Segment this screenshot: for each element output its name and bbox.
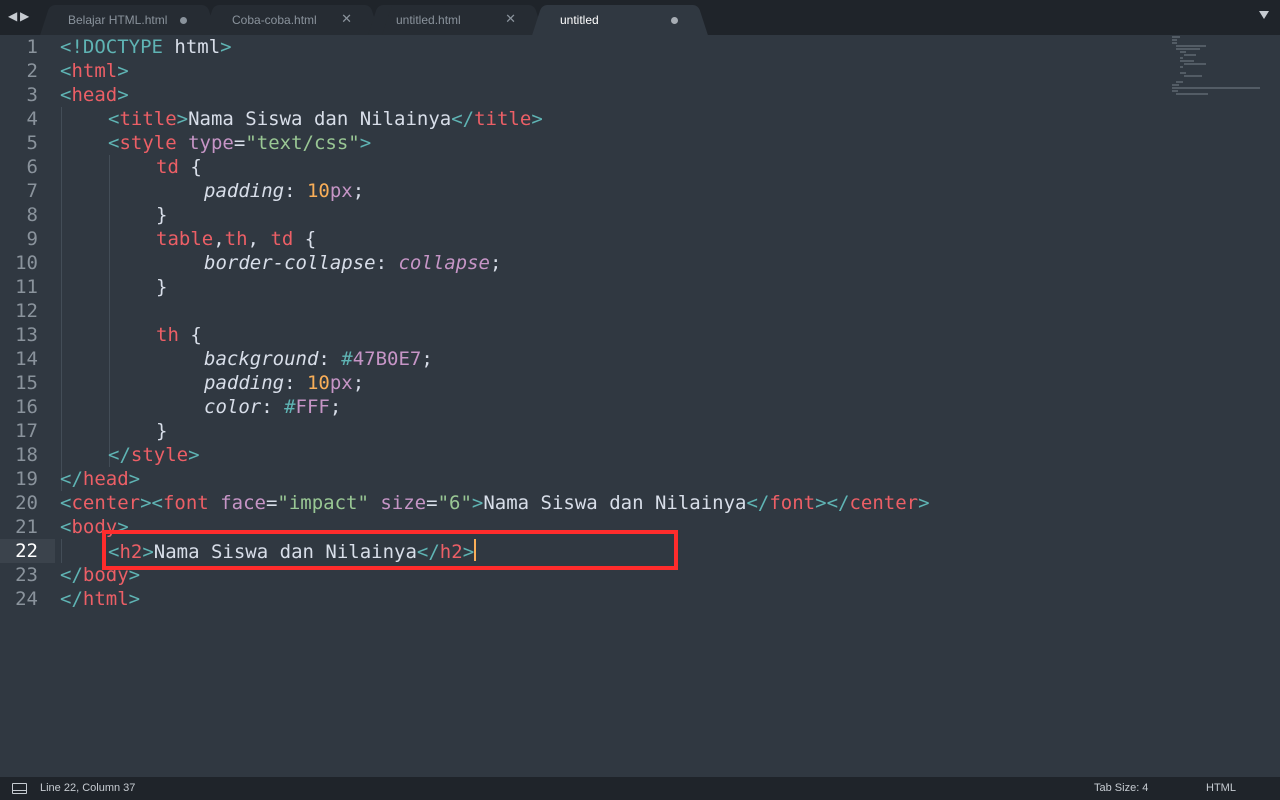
line-number: 10 bbox=[15, 252, 38, 274]
code-line: 3 <head> bbox=[0, 83, 1270, 107]
chevron-down-icon[interactable] bbox=[1259, 11, 1269, 19]
line-number: 20 bbox=[15, 492, 38, 514]
code-line: 17} bbox=[0, 419, 1270, 443]
line-number: 23 bbox=[15, 564, 38, 586]
panel-toggle-icon[interactable] bbox=[12, 783, 27, 794]
code-line: 19 </head> bbox=[0, 467, 1270, 491]
status-bar: Line 22, Column 37 Tab Size: 4 HTML bbox=[0, 777, 1280, 800]
line-number: 2 bbox=[26, 60, 38, 82]
close-icon[interactable]: ✕ bbox=[341, 11, 352, 27]
tab-untitled[interactable]: untitled bbox=[544, 5, 696, 35]
code-line: 24 </html> bbox=[0, 587, 1270, 611]
tab-size-selector[interactable]: Tab Size: 4 bbox=[1094, 782, 1148, 794]
tab-label: Coba-coba.html bbox=[232, 13, 317, 27]
code-line: 5 <style type="text/css"> bbox=[0, 131, 1270, 155]
line-number: 17 bbox=[15, 420, 38, 442]
line-number: 11 bbox=[15, 276, 38, 298]
line-number: 21 bbox=[15, 516, 38, 538]
tab-coba-coba[interactable]: Coba-coba.html ✕ bbox=[216, 5, 368, 35]
line-number: 14 bbox=[15, 348, 38, 370]
line-number: 22 bbox=[0, 539, 55, 563]
code-line: 15 padding: 10px; bbox=[0, 371, 1270, 395]
syntax-selector[interactable]: HTML bbox=[1206, 782, 1236, 794]
code-line: 9 table,th, td { bbox=[0, 227, 1270, 251]
line-number: 1 bbox=[26, 36, 38, 58]
tab-label: Belajar HTML.html bbox=[68, 13, 168, 27]
minimap[interactable] bbox=[1172, 35, 1272, 95]
code-line: 7 padding: 10px; bbox=[0, 179, 1270, 203]
code-line: 10 border-collapse: collapse; bbox=[0, 251, 1270, 275]
line-number: 5 bbox=[26, 132, 38, 154]
unsaved-dot-icon[interactable] bbox=[180, 17, 187, 24]
line-number: 15 bbox=[15, 372, 38, 394]
tab-bar: ◀▶ Belajar HTML.html Coba-coba.html ✕ un… bbox=[0, 0, 1280, 35]
annotation-highlight-box bbox=[102, 530, 678, 570]
line-number: 3 bbox=[26, 84, 38, 106]
code-editor[interactable]: 1 <!DOCTYPE html> 2 <html> 3 <head> 4 <title… bbox=[0, 35, 1280, 777]
code-line: 4 <title>Nama Siswa dan Nilainya</title> bbox=[0, 107, 1270, 131]
unsaved-dot-icon[interactable] bbox=[671, 17, 678, 24]
back-arrow-icon[interactable]: ◀ bbox=[8, 9, 20, 23]
code-line: 12 bbox=[0, 299, 1270, 323]
code-line: 8} bbox=[0, 203, 1270, 227]
forward-arrow-icon[interactable]: ▶ bbox=[20, 9, 32, 23]
close-icon[interactable]: ✕ bbox=[505, 11, 516, 27]
code-line: 6 td { bbox=[0, 155, 1270, 179]
code-line: 20 <center><font face="impact" size="6">N… bbox=[0, 491, 1270, 515]
code-line: 18 </style> bbox=[0, 443, 1270, 467]
code-line: 13th { bbox=[0, 323, 1270, 347]
line-number: 18 bbox=[15, 444, 38, 466]
code-line: 11} bbox=[0, 275, 1270, 299]
line-number: 19 bbox=[15, 468, 38, 490]
tab-navigation: ◀▶ bbox=[8, 9, 32, 23]
line-number: 7 bbox=[26, 180, 38, 202]
code-line: 1 <!DOCTYPE html> bbox=[0, 35, 1270, 59]
line-number: 4 bbox=[26, 108, 38, 130]
line-number: 8 bbox=[26, 204, 38, 226]
code-line: 2 <html> bbox=[0, 59, 1270, 83]
code-line: 16 color: #FFF; bbox=[0, 395, 1270, 419]
line-number: 24 bbox=[15, 588, 38, 610]
line-number: 9 bbox=[26, 228, 38, 250]
tab-label: untitled bbox=[560, 13, 599, 27]
code-line: 14 background: #47B0E7; bbox=[0, 347, 1270, 371]
cursor-position: Line 22, Column 37 bbox=[40, 782, 136, 794]
line-number: 16 bbox=[15, 396, 38, 418]
line-number: 12 bbox=[15, 300, 38, 322]
line-number: 13 bbox=[15, 324, 38, 346]
tab-label: untitled.html bbox=[396, 13, 461, 27]
line-number: 6 bbox=[26, 156, 38, 178]
tab-belajar-html[interactable]: Belajar HTML.html bbox=[52, 5, 205, 35]
tab-untitled-html[interactable]: untitled.html ✕ bbox=[380, 5, 532, 35]
